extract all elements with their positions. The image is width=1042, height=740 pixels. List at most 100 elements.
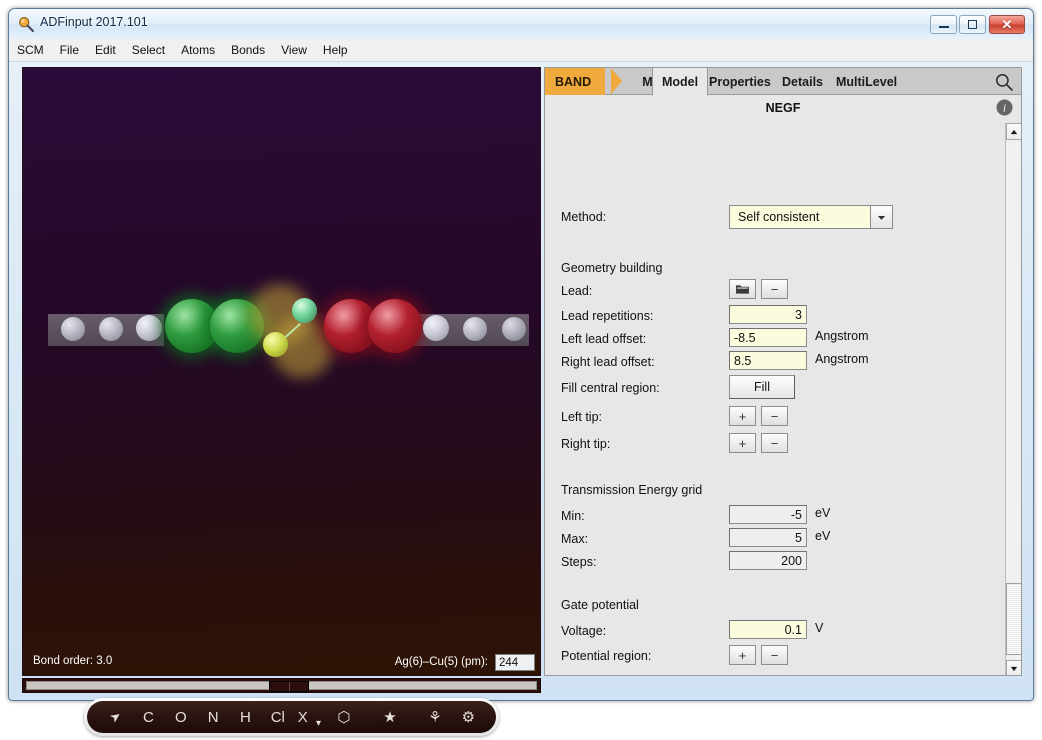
scrollbar-thumb[interactable]: [1006, 583, 1021, 655]
energy-steps-input[interactable]: [729, 551, 807, 570]
element-carbon-button[interactable]: C: [132, 701, 164, 733]
method-value: Self consistent: [738, 210, 820, 224]
lead-repetitions-input[interactable]: [729, 305, 807, 324]
central-atom-red: [368, 299, 422, 353]
element-toolbar-inner: ➤ C O N H Cl X ▾ ⬡ ★ ⚘ ⚙: [87, 701, 496, 733]
row-potential-region: Potential region:: [561, 646, 651, 666]
tab-details[interactable]: Details: [773, 68, 832, 95]
lead-remove-button[interactable]: −: [761, 279, 788, 299]
energy-max-input[interactable]: [729, 528, 807, 547]
energy-min-label: Min:: [561, 509, 585, 523]
left-tip-add-button[interactable]: +: [729, 406, 756, 426]
right-lead-offset-label: Right lead offset:: [561, 355, 655, 369]
view-horizontal-slider[interactable]: [22, 678, 541, 693]
lead-atom: [463, 317, 487, 341]
left-tip-label: Left tip:: [561, 410, 602, 424]
row-left-tip: Left tip:: [561, 407, 602, 427]
maximize-button[interactable]: [959, 15, 986, 34]
element-nitrogen-button[interactable]: N: [197, 701, 229, 733]
panel-vertical-scrollbar[interactable]: [1005, 123, 1021, 675]
menu-item-scm[interactable]: SCM: [9, 42, 52, 58]
menu-item-edit[interactable]: Edit: [87, 42, 124, 58]
right-lead-offset-input[interactable]: [729, 351, 807, 370]
scroll-up-button[interactable]: [1006, 123, 1021, 140]
molecule-viewport[interactable]: Bond order: 3.0 Ag(6)–Cu(5) (pm):: [22, 67, 541, 676]
row-right-lead-offset: Right lead offset:: [561, 352, 655, 372]
svg-text:i: i: [1003, 103, 1006, 115]
lead-atom: [502, 317, 526, 341]
potential-region-label: Potential region:: [561, 649, 652, 663]
section-gate-potential: Gate potential: [561, 598, 639, 612]
atom-distance-input[interactable]: [495, 654, 535, 671]
tab-band-label: BAND: [555, 74, 592, 89]
pick-tool-icon[interactable]: ⚘: [417, 701, 452, 733]
lead-atom: [99, 317, 123, 341]
row-method: Method:: [561, 207, 606, 227]
close-button[interactable]: ✕: [989, 15, 1025, 34]
tab-band[interactable]: BAND: [545, 68, 606, 95]
negf-settings-panel: BAND Main Model Properties Details Multi…: [544, 67, 1022, 676]
element-chlorine-button[interactable]: Cl: [262, 701, 294, 733]
chevron-down-icon[interactable]: ▾: [312, 697, 326, 737]
maximize-icon: [960, 16, 985, 33]
menu-item-help[interactable]: Help: [315, 42, 356, 58]
fill-button[interactable]: Fill: [729, 375, 795, 399]
tab-strip: BAND Main Model Properties Details Multi…: [545, 68, 1021, 96]
info-icon[interactable]: i: [996, 99, 1013, 116]
row-energy-max: Max:: [561, 529, 588, 549]
row-energy-min: Min:: [561, 506, 585, 526]
settings-form: Method: Self consistent Geometry buildin…: [545, 123, 1006, 675]
row-lead: Lead:: [561, 281, 592, 301]
minimize-button[interactable]: [930, 15, 957, 34]
window-title: ADFinput 2017.101: [40, 15, 148, 29]
client-area: Bond order: 3.0 Ag(6)–Cu(5) (pm): ➤ C O …: [13, 61, 1031, 736]
search-icon[interactable]: [994, 72, 1014, 92]
left-tip-remove-button[interactable]: −: [761, 406, 788, 426]
settings-tool-icon[interactable]: ⚙: [453, 701, 484, 733]
chevron-down-icon[interactable]: [870, 206, 892, 228]
lead-label: Lead:: [561, 284, 593, 298]
lead-atom: [136, 315, 162, 341]
tab-properties[interactable]: Properties: [700, 68, 780, 95]
menu-item-view[interactable]: View: [273, 42, 315, 58]
gate-voltage-unit: V: [815, 621, 824, 635]
menu-item-atoms[interactable]: Atoms: [173, 42, 223, 58]
method-label: Method:: [561, 210, 607, 224]
fill-central-region-label: Fill central region:: [561, 381, 660, 395]
left-lead-offset-input[interactable]: [729, 328, 807, 347]
scroll-down-button[interactable]: [1006, 660, 1021, 675]
menu-item-select[interactable]: Select: [124, 42, 173, 58]
element-hydrogen-button[interactable]: H: [229, 701, 261, 733]
tab-multilevel[interactable]: MultiLevel: [827, 68, 906, 95]
energy-min-input[interactable]: [729, 505, 807, 524]
atom-distance-label: Ag(6)–Cu(5) (pm):: [394, 656, 488, 668]
menu-item-bonds[interactable]: Bonds: [223, 42, 273, 58]
energy-steps-label: Steps:: [561, 555, 597, 569]
right-tip-add-button[interactable]: +: [729, 433, 756, 453]
menu-item-file[interactable]: File: [52, 42, 87, 58]
element-other-button[interactable]: X: [294, 701, 312, 733]
lead-add-button[interactable]: [729, 279, 756, 299]
bond-order-status: Bond order: 3.0: [33, 655, 113, 667]
energy-max-label: Max:: [561, 532, 589, 546]
lead-repetitions-label: Lead repetitions:: [561, 309, 654, 323]
potential-region-add-button[interactable]: +: [729, 645, 756, 665]
section-geometry-building: Geometry building: [561, 261, 663, 275]
favorites-tool-icon[interactable]: ★: [363, 701, 418, 733]
method-dropdown[interactable]: Self consistent: [729, 205, 893, 229]
tab-band-chevron: [611, 68, 622, 94]
slider-thumb[interactable]: [268, 681, 310, 692]
right-tip-remove-button[interactable]: −: [761, 433, 788, 453]
gate-voltage-input[interactable]: [729, 620, 807, 639]
minimize-icon: [931, 16, 956, 33]
folder-icon: [736, 285, 749, 294]
left-lead-offset-unit: Angstrom: [815, 329, 869, 343]
slider-track[interactable]: [26, 681, 537, 692]
potential-region-remove-button[interactable]: −: [761, 645, 788, 665]
row-right-tip: Right tip:: [561, 434, 610, 454]
row-gate-voltage: Voltage:: [561, 621, 606, 641]
element-oxygen-button[interactable]: O: [165, 701, 197, 733]
lead-atom: [61, 317, 85, 341]
ring-tool-icon[interactable]: ⬡: [325, 701, 362, 733]
application-window: ADFinput 2017.101 ✕ SCM File Edit Select…: [8, 8, 1034, 736]
